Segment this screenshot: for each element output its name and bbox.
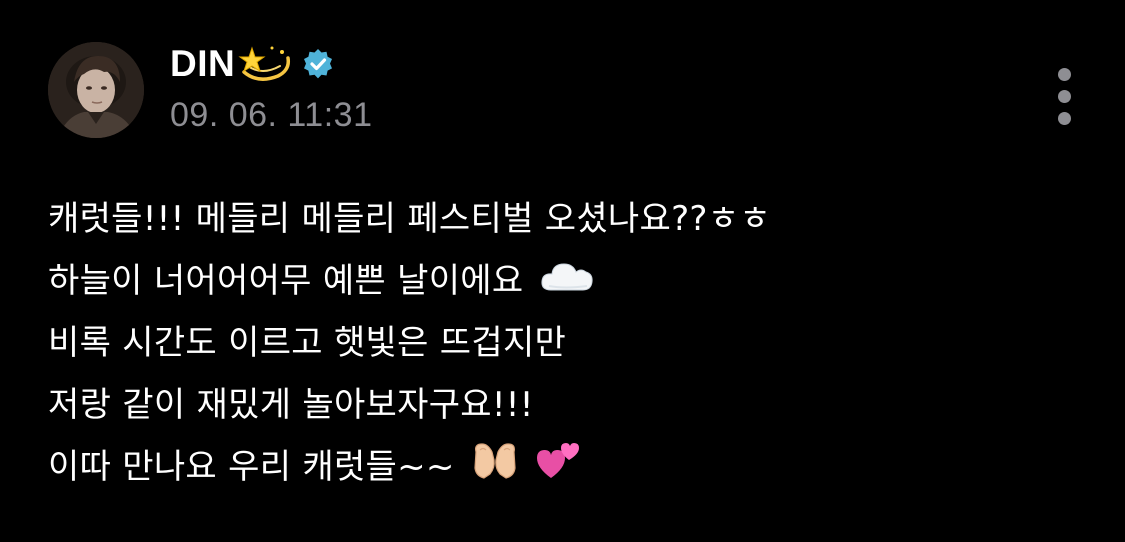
post-card: DIN 09. 06. 11:31 캐럿들!!! 메들리 메들리 페스티벌 오셨… bbox=[0, 0, 1125, 542]
post-line: 하늘이 너어어어무 예쁜 날이에요 bbox=[48, 250, 1088, 312]
avatar[interactable] bbox=[48, 42, 144, 138]
author-name[interactable]: DIN bbox=[170, 43, 235, 85]
ellipsis-dot bbox=[1058, 112, 1071, 125]
verified-badge-icon bbox=[302, 48, 334, 80]
vertical-ellipsis-icon bbox=[1058, 68, 1071, 81]
ellipsis-dot bbox=[1058, 90, 1071, 103]
post-line-text: 이따 만나요 우리 캐럿들~~ bbox=[48, 447, 455, 487]
two-hearts-icon bbox=[535, 438, 581, 500]
heart-hands-icon bbox=[470, 438, 520, 500]
post-line: 비록 시간도 이르고 햇빛은 뜨겁지만 bbox=[48, 312, 1088, 374]
post-line-text: 캐럿들!!! 메들리 메들리 페스티벌 오셨나요??ㅎㅎ bbox=[48, 199, 771, 239]
more-options-button[interactable] bbox=[1048, 64, 1082, 130]
post-timestamp: 09. 06. 11:31 bbox=[170, 96, 373, 134]
post-line: 저랑 같이 재밌게 놀아보자구요!!! bbox=[48, 374, 1088, 436]
author-row: DIN bbox=[170, 38, 334, 90]
post-line-text: 하늘이 너어어어무 예쁜 날이에요 bbox=[48, 261, 524, 301]
post-line: 캐럿들!!! 메들리 메들리 페스티벌 오셨나요??ㅎㅎ bbox=[48, 188, 1088, 250]
dizzy-star-icon bbox=[238, 42, 292, 86]
cloud-icon bbox=[539, 252, 595, 314]
post-line: 이따 만나요 우리 캐럿들~~ bbox=[48, 436, 1088, 498]
avatar-photo bbox=[48, 42, 144, 138]
post-line-text: 저랑 같이 재밌게 놀아보자구요!!! bbox=[48, 385, 534, 425]
post-line-text: 비록 시간도 이르고 햇빛은 뜨겁지만 bbox=[48, 323, 567, 363]
post-body: 캐럿들!!! 메들리 메들리 페스티벌 오셨나요??ㅎㅎ 하늘이 너어어어무 예… bbox=[48, 188, 1088, 498]
